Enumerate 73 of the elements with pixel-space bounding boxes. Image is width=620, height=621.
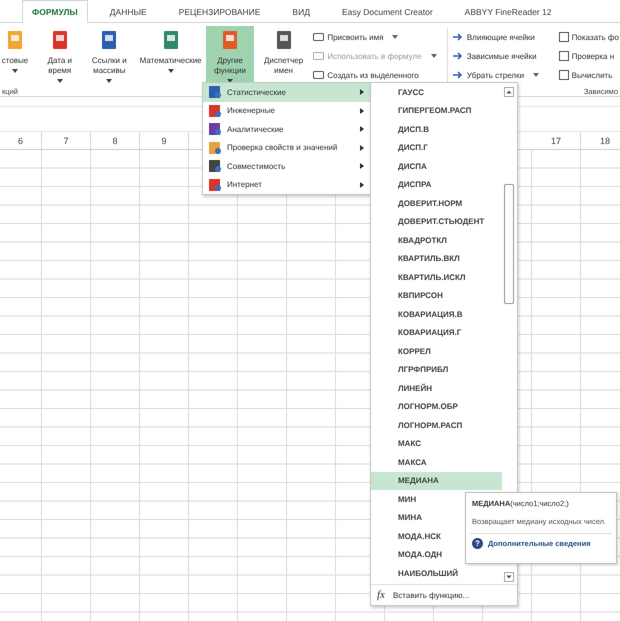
function-item[interactable]: МАКС [371,434,502,453]
function-item[interactable]: КОВАРИАЦИЯ.В [371,305,502,324]
menu-item[interactable]: Аналитические [203,120,370,138]
ribbon-tab[interactable]: РЕЦЕНЗИРОВАНИЕ [168,0,270,23]
function-item[interactable]: ДИСПА [371,157,502,176]
caret-icon [12,69,18,73]
caret-icon [430,54,437,58]
menu-item[interactable]: Инженерные [203,102,370,120]
function-item[interactable]: ДОВЕРИТ.СТЬЮДЕНТ [371,212,502,231]
function-item[interactable]: МАКСА [371,453,502,472]
ribbon-small-button[interactable]: Зависимые ячейки [452,49,559,63]
scroll-down-icon[interactable] [504,572,514,582]
ribbon-small-button[interactable]: Влияющие ячейки [452,30,559,44]
function-item[interactable]: КВАДРОТКЛ [371,231,502,250]
function-item[interactable]: КВАРТИЛЬ.ВКЛ [371,250,502,268]
menu-item[interactable]: Проверка свойств и значений [203,138,370,157]
column-header[interactable]: 8 [91,132,140,149]
submenu-arrow-icon [360,126,364,132]
submenu-arrow-icon [360,144,364,151]
ribbon-button[interactable]: Дата и время [38,26,82,87]
ribbon-tab[interactable]: Easy Document Creator [332,0,443,23]
ribbon-tab[interactable]: ВИД [282,0,320,23]
caret-icon [56,79,63,83]
column-header[interactable]: 7 [42,132,91,149]
caret-icon [533,73,540,77]
ribbon-small-button[interactable]: Создать из выделенного [313,68,447,82]
function-item[interactable]: ГИПЕРГЕОМ.РАСП [371,102,502,120]
submenu-arrow-icon [360,163,364,170]
scroll-up-icon[interactable] [504,87,514,97]
function-item[interactable]: ЛОГНОРМ.РАСП [371,416,502,434]
function-item[interactable]: КОРРЕЛ [371,342,502,360]
ribbon-small-button[interactable]: Присвоить имя [313,30,447,44]
ribbon-tab[interactable]: ФОРМУЛЫ [22,0,88,23]
function-item[interactable]: НАИБОЛЬШИЙ [371,564,502,582]
submenu-arrow-icon [360,108,364,114]
function-item[interactable]: ДИСП.В [371,120,502,138]
function-item[interactable]: ЛИНЕЙН [371,379,502,398]
arrow-icon [452,51,464,61]
column-header[interactable]: 17 [532,132,581,149]
ribbon-small-button[interactable]: Убрать стрелки [452,68,559,82]
menu-item[interactable]: Интернет [203,176,370,194]
submenu-arrow-icon [360,182,364,188]
scrollbar-thumb[interactable] [504,184,514,304]
caret-icon [168,69,174,73]
ribbon-small-button[interactable]: Вычислить [558,68,620,82]
ribbon-small-button[interactable]: Проверка н [558,49,620,63]
column-header[interactable]: 18 [581,132,620,149]
ribbon-small-button[interactable]: Показать фо [558,30,620,44]
function-item[interactable]: КВАРТИЛЬ.ИСКЛ [371,268,502,286]
arrow-icon [452,32,464,42]
ribbon-tab[interactable]: ДАННЫЕ [100,0,157,23]
function-item[interactable]: ГАУСС [371,83,502,102]
column-header[interactable]: 6 [0,132,42,149]
ribbon-button[interactable]: Ссылки и массивы [82,26,137,87]
function-item[interactable]: КВПИРСОН [371,286,502,305]
arrow-icon [452,70,464,80]
column-header[interactable]: 9 [140,132,189,149]
function-item[interactable]: ДИСП.Г [371,138,502,157]
ribbon-button[interactable]: Математические [137,26,204,87]
ribbon-button[interactable]: стовые [0,26,30,87]
function-item[interactable]: ЛГРФПРИБЛ [371,360,502,379]
menu-item[interactable]: Совместимость [203,157,370,176]
function-item[interactable]: ДОВЕРИТ.НОРМ [371,194,502,212]
function-item[interactable]: КОВАРИАЦИЯ.Г [371,324,502,342]
function-item[interactable]: МЕДИАНА [371,472,502,490]
caret-icon [106,79,112,83]
function-item[interactable]: ДИСПРА [371,176,502,194]
insert-function-item[interactable]: fx Вставить функцию... [371,584,517,605]
menu-item[interactable]: Статистические [203,83,370,102]
submenu-arrow-icon [360,89,364,96]
ribbon-tab[interactable]: ABBYY FineReader 12 [454,0,562,23]
caret-icon [392,35,398,39]
function-item[interactable]: ЛОГНОРМ.ОБР [371,398,502,416]
